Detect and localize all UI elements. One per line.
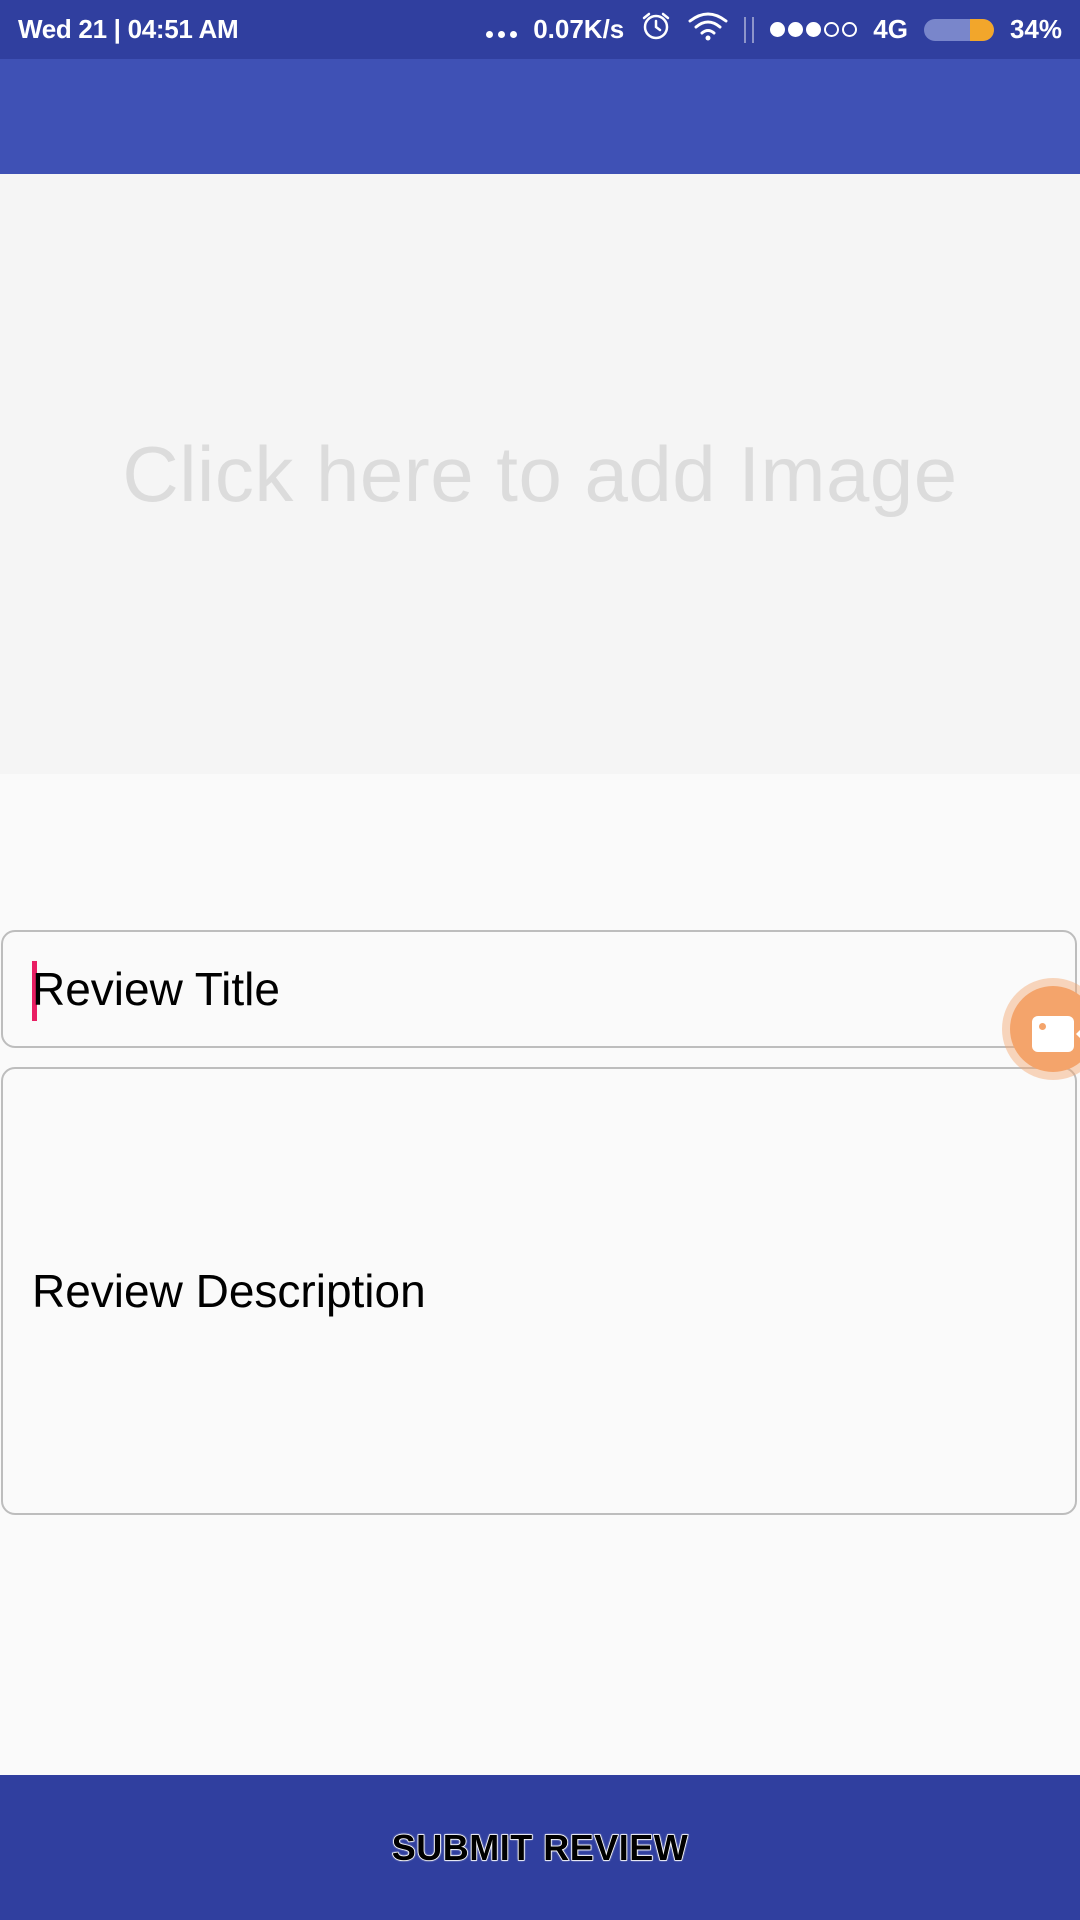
add-image-prompt: Click here to add Image — [122, 429, 958, 518]
net-speed: 0.07K/s — [533, 14, 625, 44]
wifi-icon — [688, 11, 728, 48]
review-description-value: Review Description — [32, 1265, 426, 1317]
battery-icon — [923, 18, 994, 41]
add-image-area[interactable]: Click here to add Image — [0, 174, 1080, 774]
review-title-input[interactable]: Review Title — [1, 930, 1077, 1048]
submit-review-button[interactable]: SUBMIT REVIEW — [0, 1775, 1080, 1920]
review-description-input[interactable]: Review Description — [1, 1067, 1077, 1515]
submit-review-label: SUBMIT REVIEW — [391, 1826, 689, 1869]
status-icons: 0.07K/s 4G 34% — [486, 0, 1062, 59]
app-bar — [0, 59, 1080, 174]
status-bar: Wed 21 | 04:51 AM 0.07K/s 4G 34% — [0, 0, 1080, 59]
network-type: 4G — [873, 14, 908, 44]
status-datetime: Wed 21 | 04:51 AM — [18, 14, 239, 44]
video-camera-icon — [1010, 986, 1080, 1072]
more-dots-icon — [486, 31, 518, 38]
battery-fill — [970, 18, 994, 41]
battery-percent: 34% — [1009, 14, 1062, 44]
signal-icon — [770, 22, 858, 37]
review-title-value: Review Title — [32, 963, 280, 1015]
alarm-icon — [640, 10, 672, 49]
review-screen: Wed 21 | 04:51 AM 0.07K/s 4G 34% Click h… — [0, 0, 1080, 1920]
separator-icon — [744, 16, 755, 43]
